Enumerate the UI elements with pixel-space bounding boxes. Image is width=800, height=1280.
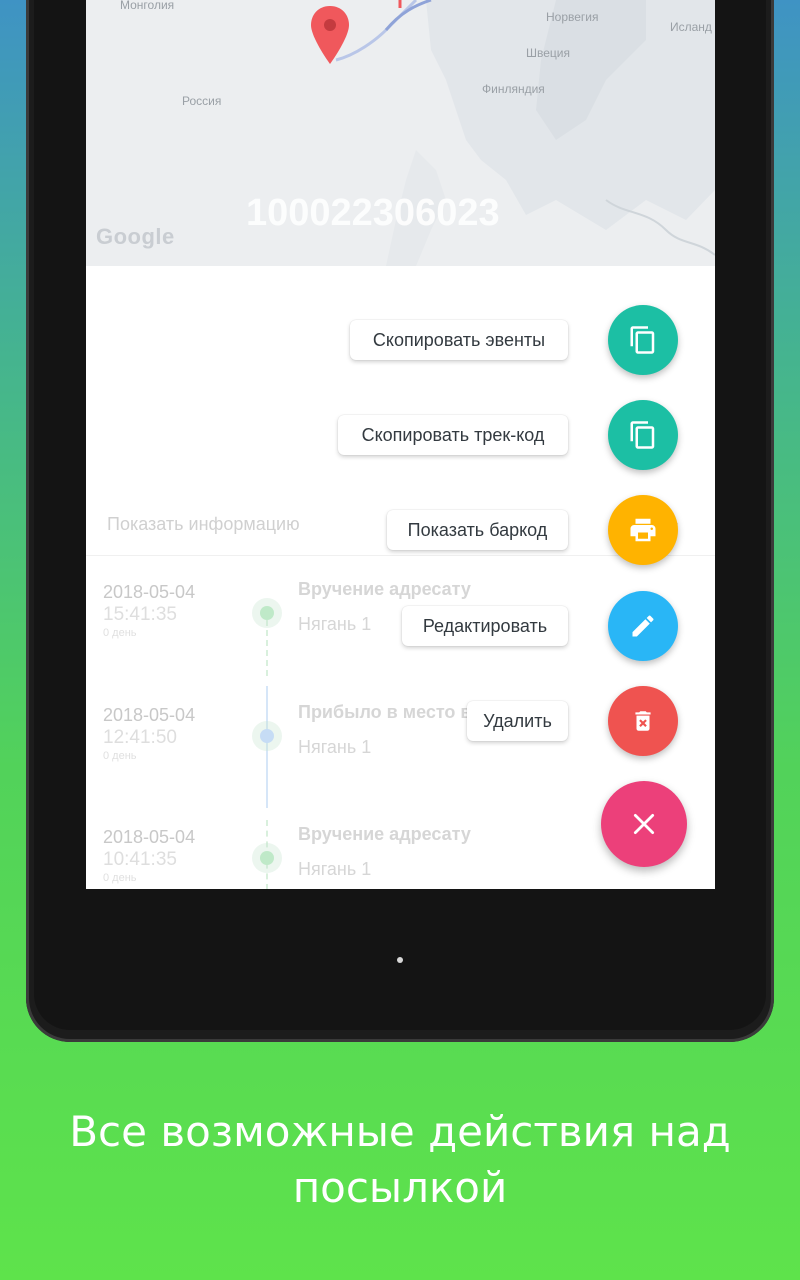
copy-track-code-label[interactable]: Скопировать трек-код xyxy=(338,415,568,455)
copy-events-button[interactable] xyxy=(608,305,678,375)
edit-label[interactable]: Редактировать xyxy=(402,606,568,646)
copy-events-label[interactable]: Скопировать эвенты xyxy=(350,320,568,360)
event-time: 10:41:35 xyxy=(103,849,177,870)
caption-line: Все возможные действия над xyxy=(69,1107,731,1156)
timeline-connector xyxy=(266,686,268,808)
caption-line: посылкой xyxy=(292,1163,508,1212)
event-date: 2018-05-04 xyxy=(103,705,196,725)
event-time: 15:41:35 xyxy=(103,604,177,625)
event-dot xyxy=(260,851,274,865)
event-title: Вручение адресату xyxy=(298,824,471,844)
delete-label[interactable]: Удалить xyxy=(467,701,568,741)
google-logo: Google xyxy=(96,224,175,249)
event-date: 2018-05-04 xyxy=(103,582,196,602)
promo-caption: Все возможные действия над посылкой xyxy=(0,1104,800,1216)
map-pin-small-icon[interactable] xyxy=(390,0,410,14)
event-title: Вручение адресату xyxy=(298,579,471,599)
device-screen: Монголия Норвегия Исланд Швеция Россия Ф… xyxy=(86,0,715,889)
close-icon xyxy=(633,813,655,835)
map-pin-icon[interactable] xyxy=(308,4,352,68)
copy-icon xyxy=(630,421,655,449)
copy-track-code-button[interactable] xyxy=(608,400,678,470)
edit-button[interactable] xyxy=(608,591,678,661)
show-info-label: Показать информацию xyxy=(107,514,300,534)
event-date: 2018-05-04 xyxy=(103,827,196,847)
timeline-connector xyxy=(266,620,268,676)
event-day: 0 день xyxy=(103,750,137,762)
event-dot xyxy=(260,729,274,743)
event-time: 12:41:50 xyxy=(103,727,177,748)
map-label: Финляндия xyxy=(482,82,545,96)
event-title: Прибыло в место в xyxy=(298,702,472,722)
track-number-overlay: 100022306023 xyxy=(246,192,500,234)
close-speed-dial-button[interactable] xyxy=(601,781,687,867)
event-place: Нягань 1 xyxy=(298,614,372,634)
event-day: 0 день xyxy=(103,872,137,884)
map-label: Исланд xyxy=(670,20,712,34)
map-label: Монголия xyxy=(120,0,175,12)
map-view[interactable]: Монголия Норвегия Исланд Швеция Россия Ф… xyxy=(86,0,715,266)
show-barcode-button[interactable] xyxy=(608,495,678,565)
map-label: Россия xyxy=(182,94,222,108)
event-day: 0 день xyxy=(103,627,137,639)
event-place: Нягань 1 xyxy=(298,737,372,757)
pencil-icon xyxy=(632,615,654,637)
trash-icon xyxy=(635,711,651,731)
event-place: Нягань 1 xyxy=(298,859,372,879)
event-dot xyxy=(260,606,274,620)
home-indicator xyxy=(397,957,403,963)
show-barcode-label[interactable]: Показать баркод xyxy=(387,510,568,550)
delete-button[interactable] xyxy=(608,686,678,756)
copy-icon xyxy=(630,326,655,354)
map-label: Норвегия xyxy=(546,10,599,24)
printer-icon xyxy=(630,518,656,542)
map-label: Швеция xyxy=(526,46,570,60)
